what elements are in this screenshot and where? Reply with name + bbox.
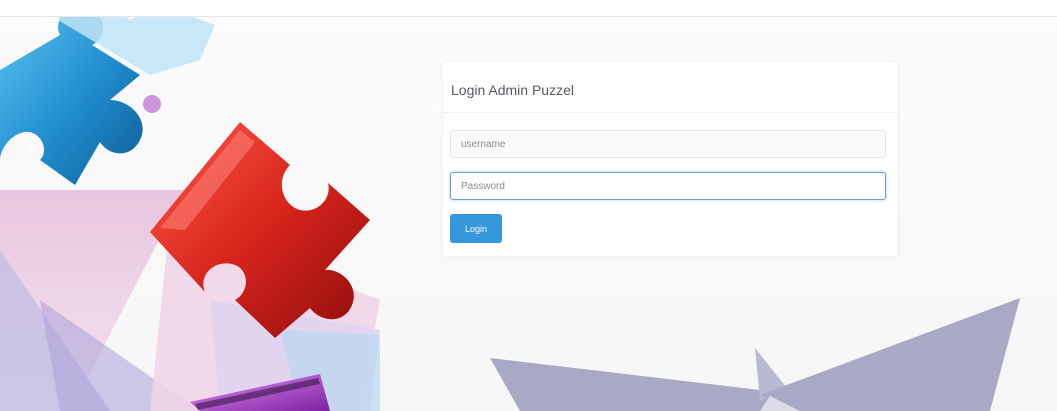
top-bar [0, 0, 1057, 17]
login-button[interactable]: Login [450, 214, 502, 243]
username-input[interactable] [450, 130, 886, 158]
login-panel: Login Admin Puzzel Login [443, 62, 897, 256]
title-divider [443, 112, 897, 113]
password-input[interactable] [450, 172, 886, 200]
right-shapes [490, 298, 1020, 411]
login-title: Login Admin Puzzel [451, 82, 574, 98]
login-page: Login Admin Puzzel Login [0, 0, 1057, 411]
blue-puzzle-piece [0, 5, 215, 186]
